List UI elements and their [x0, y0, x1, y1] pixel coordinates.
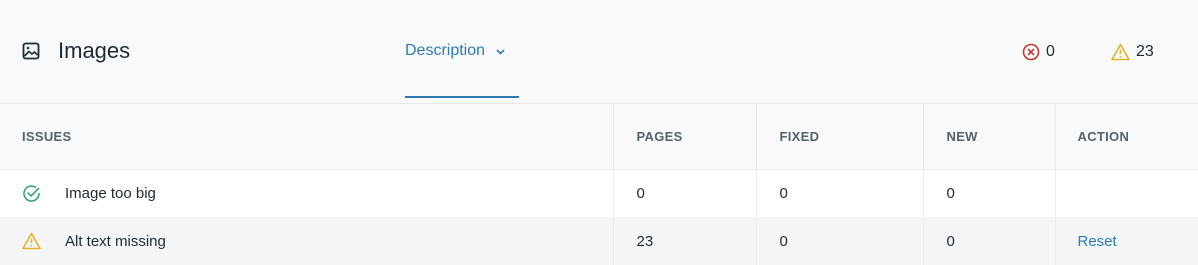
panel-header: Images Description 0 23	[0, 0, 1198, 104]
chevron-down-icon	[496, 48, 505, 55]
tab-active-indicator	[405, 96, 519, 98]
column-header-pages: PAGES	[612, 104, 756, 170]
warning-count: 23	[1111, 43, 1154, 61]
check-circle-icon	[23, 185, 40, 202]
table-row: Alt text missing 23 0 0 Reset	[0, 217, 1198, 265]
column-header-new: NEW	[922, 104, 1055, 170]
error-count-value: 0	[1046, 43, 1055, 60]
column-header-fixed: FIXED	[755, 104, 923, 170]
panel-title-group: Images	[22, 38, 130, 64]
issue-label: Alt text missing	[65, 232, 166, 250]
issue-cell: Image too big	[0, 169, 613, 217]
action-cell: Reset	[1054, 217, 1198, 265]
warning-triangle-icon	[22, 232, 41, 250]
warning-count-value: 23	[1136, 43, 1154, 60]
x-circle-icon	[1022, 43, 1040, 61]
new-cell: 0	[922, 217, 1055, 265]
issue-label: Image too big	[65, 184, 156, 202]
warning-triangle-icon	[1111, 43, 1130, 61]
panel-title: Images	[58, 38, 131, 63]
fixed-cell: 0	[755, 217, 923, 265]
fixed-cell: 0	[755, 169, 923, 217]
tab-description[interactable]: Description	[405, 42, 506, 60]
tab-description-label: Description	[405, 42, 486, 59]
error-count: 0	[1022, 43, 1055, 61]
column-header-action: ACTION	[1054, 104, 1198, 170]
reset-link[interactable]: Reset	[1078, 233, 1117, 250]
table-row: Image too big 0 0 0	[0, 169, 1198, 217]
pages-cell: 23	[612, 217, 756, 265]
issues-table: ISSUES PAGES FIXED NEW ACTION Image too …	[0, 104, 1198, 265]
pages-cell: 0	[612, 169, 756, 217]
image-icon	[22, 42, 40, 60]
table-header-row: ISSUES PAGES FIXED NEW ACTION	[0, 104, 1198, 170]
action-cell	[1054, 169, 1198, 217]
issue-cell: Alt text missing	[0, 217, 613, 265]
new-cell: 0	[922, 169, 1055, 217]
column-header-issues: ISSUES	[0, 104, 613, 170]
